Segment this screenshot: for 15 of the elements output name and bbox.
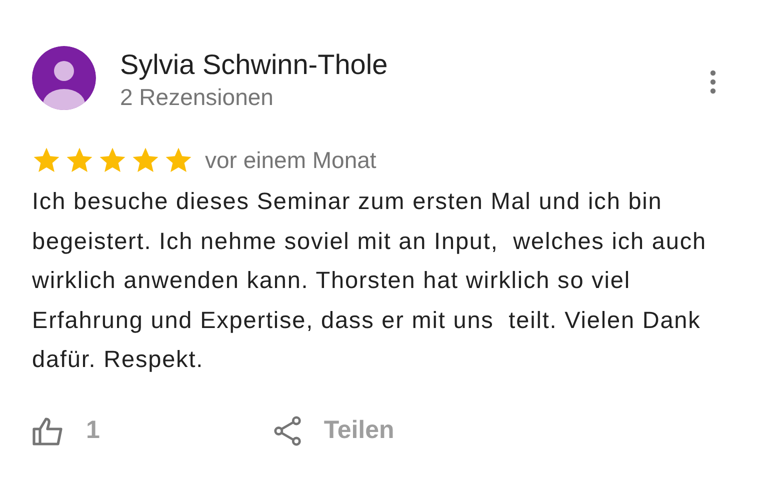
review-count: 2 Rezensionen (120, 83, 274, 112)
star-icon (164, 146, 193, 174)
reviewer-name: Sylvia Schwinn-Thole (120, 48, 389, 82)
star-icon (131, 146, 160, 174)
star-icon (65, 146, 94, 174)
star-icon (98, 146, 127, 174)
like-button[interactable]: 1 (32, 416, 100, 446)
thumbs-up-icon (32, 416, 64, 446)
star-icon (32, 146, 61, 174)
more-options-icon[interactable] (710, 70, 716, 94)
share-icon (274, 416, 302, 446)
review-text: Ich besuche dieses Seminar zum ersten Mal und ich bin begeistert. Ich nehme soviel mit an Input, welches ich auch wirklich anwenden kann. Thorsten hat wirklich so viel Erfahrung und Expertise, dass er mit uns teilt. Vielen Dank dafür. Respekt. (32, 187, 708, 374)
review-date: vor einem Monat (205, 146, 376, 174)
avatar-icon (32, 46, 96, 110)
share-button[interactable]: Teilen (274, 416, 394, 446)
